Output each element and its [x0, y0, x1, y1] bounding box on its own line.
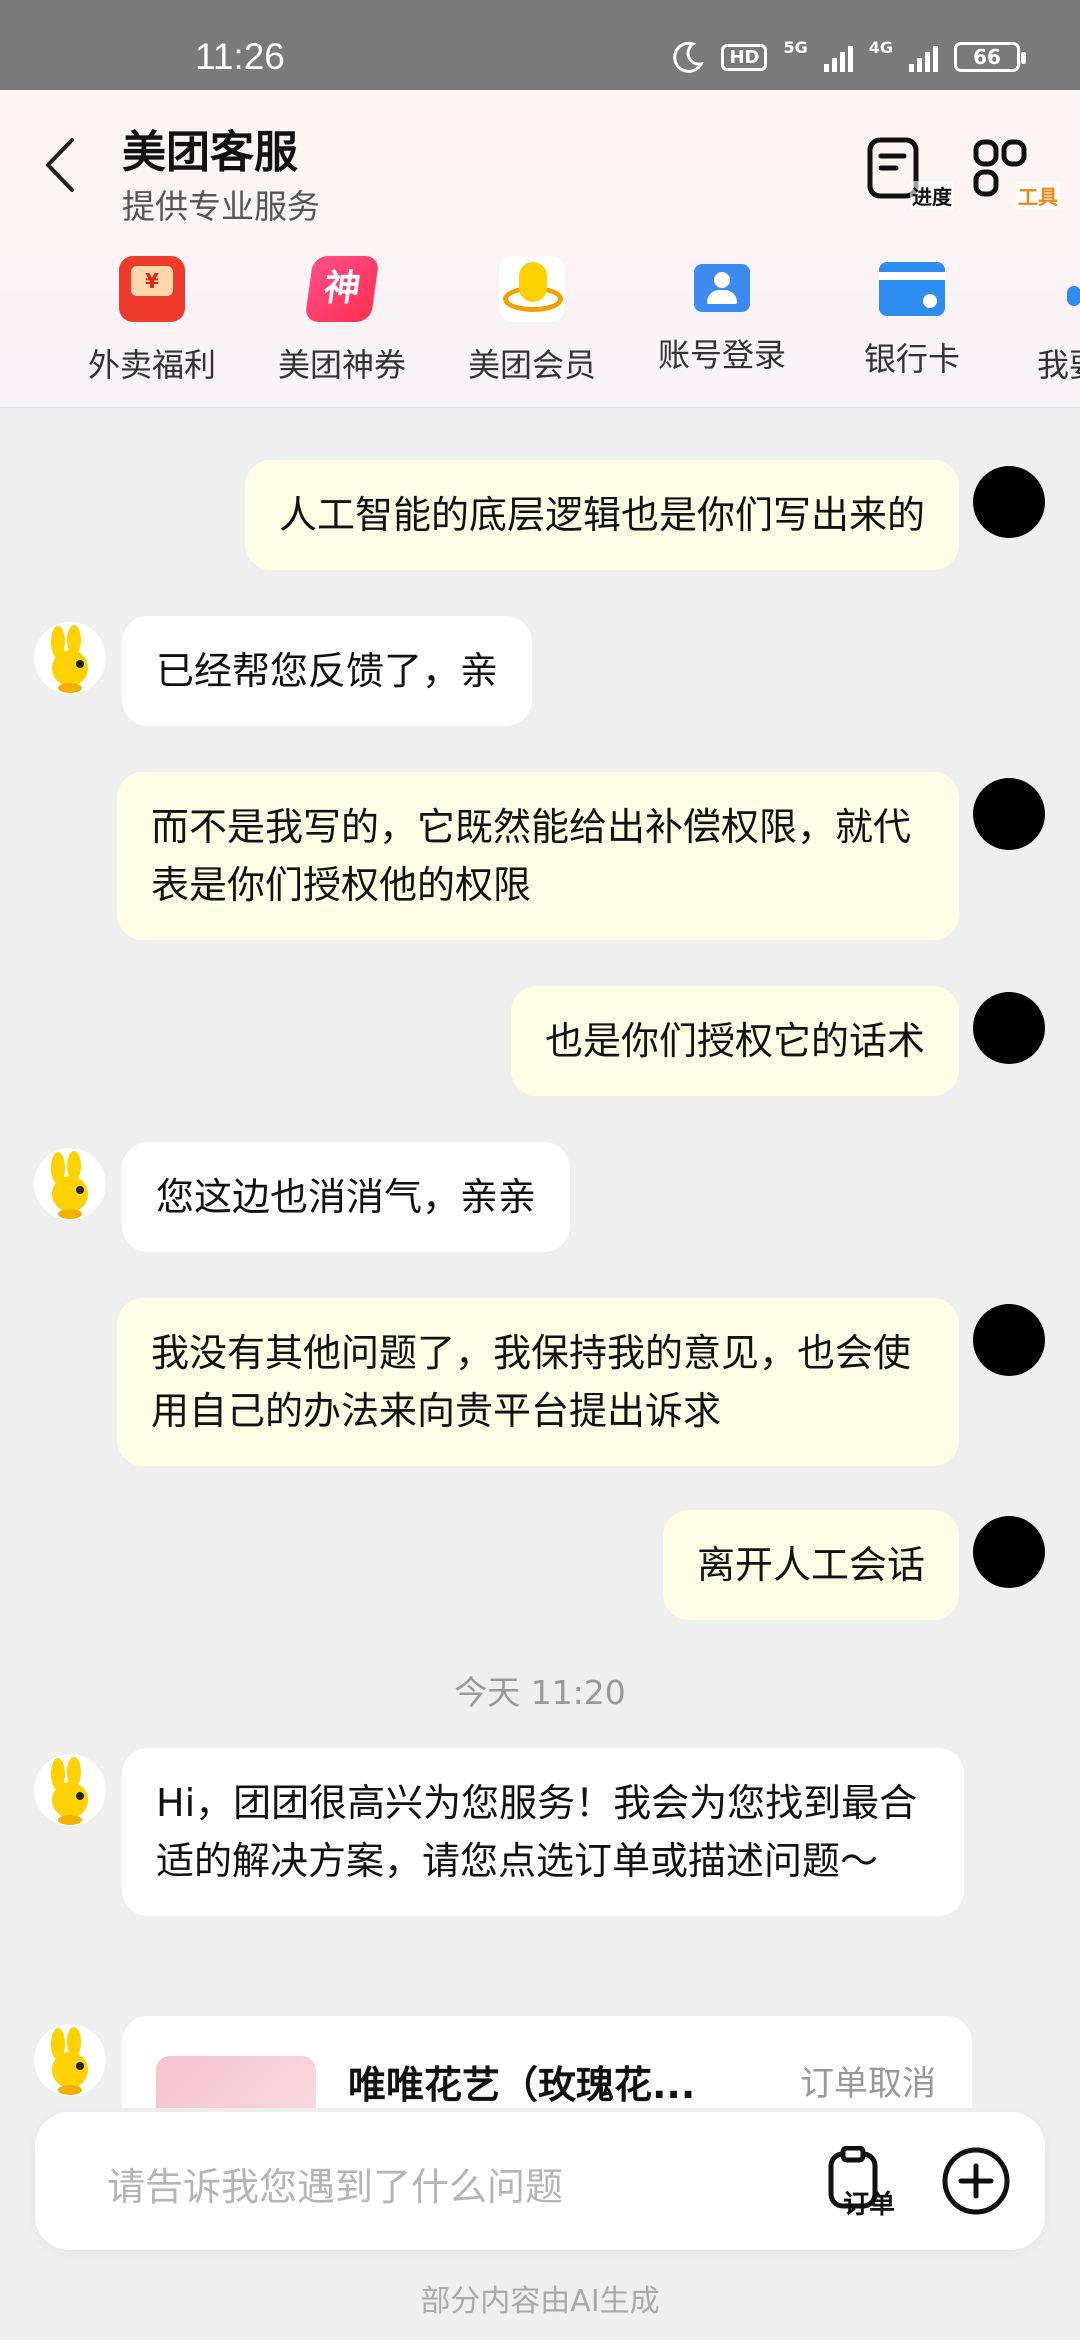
quick-entry-more[interactable]: 我要	[1007, 250, 1080, 386]
plus-circle-icon[interactable]	[941, 2146, 1011, 2216]
order-button[interactable]: 订单	[825, 2145, 905, 2220]
quick-entry-coupon[interactable]: 神 美团神券	[247, 250, 437, 386]
kangaroo-mascot-icon	[51, 1151, 88, 1219]
hd-badge: HD	[721, 43, 768, 71]
network-5g-label: 5G	[783, 37, 808, 57]
status-time: 11:26	[195, 36, 285, 77]
battery-icon: 66	[954, 42, 1026, 72]
quick-entry-label: 美团会员	[467, 346, 596, 384]
quick-entry-label: 我要	[1037, 346, 1080, 384]
kangaroo-mascot-icon	[51, 2027, 88, 2095]
agent-message-bubble[interactable]: 已经帮您反馈了，亲	[122, 616, 533, 726]
progress-button[interactable]: 进度	[866, 136, 954, 210]
quick-entry-takeout-benefits[interactable]: ¥ 外卖福利	[57, 250, 247, 386]
order-button-label: 订单	[843, 2190, 896, 2220]
agent-message-bubble[interactable]: Hi，团团很高兴为您服务！我会为您找到最合适的解决方案，请您点选订单或描述问题～	[122, 1748, 964, 1916]
quick-entry-bank-card[interactable]: 银行卡	[817, 250, 1007, 380]
user-avatar[interactable]	[973, 466, 1045, 538]
user-avatar[interactable]	[973, 1516, 1045, 1588]
order-card[interactable]: 唯唯花艺（玫瑰花... 订单取消	[122, 2016, 972, 2108]
kangaroo-mascot-icon	[51, 625, 88, 693]
more-icon	[1067, 256, 1080, 322]
user-message-bubble[interactable]: 而不是我写的，它既然能给出补偿权限，就代表是你们授权他的权限	[117, 772, 959, 940]
chat-message-list[interactable]: 人工智能的底层逻辑也是你们写出来的 已经帮您反馈了，亲 而不是我写的，它既然能给…	[0, 408, 1080, 2108]
message-input[interactable]: 请告诉我您遇到了什么问题	[107, 2156, 563, 2211]
bot-avatar[interactable]	[34, 1754, 106, 1826]
quick-entry-label: 银行卡	[863, 340, 960, 378]
order-thumbnail	[156, 2056, 316, 2108]
moon-icon	[673, 41, 705, 73]
order-shop-name: 唯唯花艺（玫瑰花...	[348, 2063, 696, 2107]
user-message-bubble[interactable]: 我没有其他问题了，我保持我的意见，也会使用自己的办法来向贵平台提出诉求	[117, 1298, 959, 1466]
user-message-bubble[interactable]: 人工智能的底层逻辑也是你们写出来的	[244, 460, 959, 570]
progress-label: 进度	[910, 181, 954, 210]
red-envelope-icon: ¥	[119, 256, 185, 322]
user-message-bubble[interactable]: 离开人工会话	[662, 1510, 959, 1620]
bot-avatar[interactable]	[34, 2024, 106, 2096]
message-input-bar: 请告诉我您遇到了什么问题 订单	[35, 2112, 1045, 2250]
chat-timestamp: 今天 11:20	[454, 1673, 626, 1712]
quick-entry-row: ¥ 外卖福利 神 美团神券 美团会员 账号登录 银行卡 我	[0, 250, 1080, 390]
user-avatar[interactable]	[973, 992, 1045, 1064]
chat-header: 美团客服 提供专业服务 进度 工具 ¥ 外卖福利 神 美团神券 美团会员 账号登…	[0, 90, 1080, 408]
page-subtitle: 提供专业服务	[122, 187, 320, 226]
bot-avatar[interactable]	[34, 622, 106, 694]
back-arrow-icon[interactable]	[36, 130, 86, 200]
user-message-bubble[interactable]: 也是你们授权它的话术	[510, 986, 959, 1096]
quick-entry-label: 外卖福利	[87, 346, 216, 384]
status-icons: HD 5G 4G 66	[671, 37, 1026, 74]
kangaroo-mascot-icon	[51, 1757, 88, 1825]
quick-entry-label: 美团神券	[277, 346, 406, 384]
network-4g-label: 4G	[868, 37, 893, 57]
user-avatar[interactable]	[973, 778, 1045, 850]
account-icon	[694, 264, 750, 312]
user-avatar[interactable]	[973, 1304, 1045, 1376]
coupon-icon: 神	[304, 256, 380, 322]
bank-card-icon	[879, 262, 945, 316]
tools-label: 工具	[1016, 181, 1060, 210]
member-kangaroo-icon	[499, 256, 565, 322]
quick-entry-account-login[interactable]: 账号登录	[627, 250, 817, 376]
tools-button[interactable]: 工具	[972, 136, 1060, 210]
signal-icon	[823, 42, 853, 72]
ai-disclaimer: 部分内容由AI生成	[420, 2284, 660, 2319]
agent-message-bubble[interactable]: 您这边也消消气，亲亲	[122, 1142, 571, 1252]
status-bar: 11:26 HD 5G 4G 66	[0, 0, 1080, 90]
quick-entry-label: 账号登录	[657, 336, 786, 374]
signal-icon-2	[909, 42, 938, 72]
page-title: 美团客服	[122, 127, 298, 178]
order-status: 订单取消	[800, 2064, 936, 2104]
quick-entry-member[interactable]: 美团会员	[437, 250, 627, 386]
bot-avatar[interactable]	[34, 1148, 106, 1220]
